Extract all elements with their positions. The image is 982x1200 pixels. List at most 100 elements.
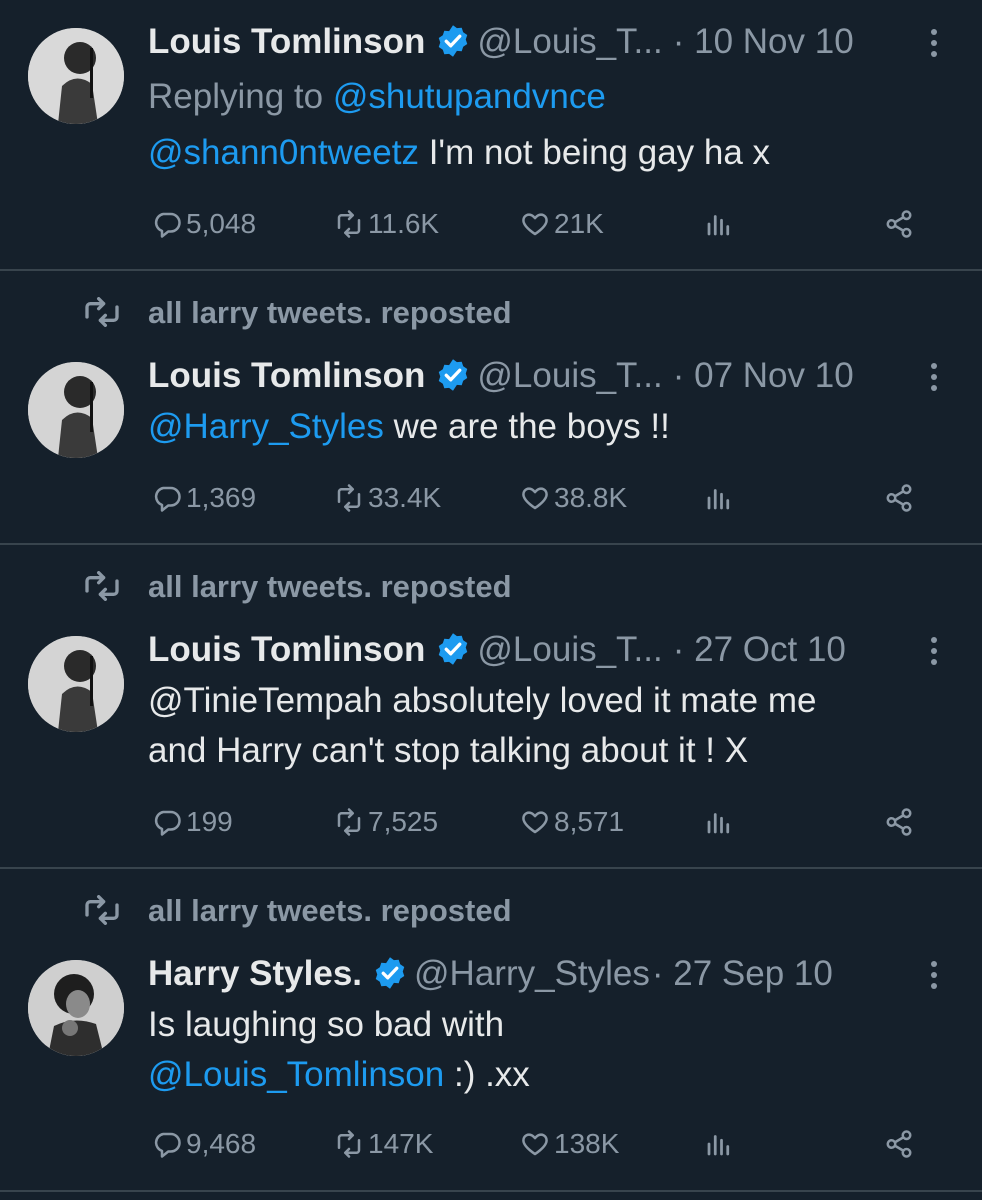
tweet-body-line2: and Harry can't stop talking about it ! … — [148, 731, 749, 770]
avatar[interactable] — [28, 28, 124, 124]
tweet-date[interactable]: · 07 Nov 10 — [673, 356, 854, 395]
views-button[interactable] — [704, 1122, 738, 1166]
repost-icon — [337, 209, 361, 238]
like-button[interactable]: 8,571 — [520, 800, 624, 844]
views-button[interactable] — [704, 476, 738, 520]
repost-icon — [337, 483, 361, 512]
repost-label[interactable]: all larry tweets. reposted — [148, 567, 512, 607]
reply-icon — [154, 212, 181, 238]
share-button[interactable] — [884, 800, 918, 844]
reply-icon — [154, 1132, 181, 1158]
divider — [0, 867, 982, 869]
like-count: 38.8K — [554, 482, 628, 513]
repost-icon — [337, 1129, 361, 1158]
more-icon[interactable] — [924, 360, 944, 396]
like-button[interactable]: 38.8K — [520, 476, 627, 520]
share-button[interactable] — [884, 1122, 918, 1166]
action-bar: 9,468 147K 138K — [0, 1122, 982, 1166]
mention-link[interactable]: @shutupandvnce — [333, 77, 606, 116]
repost-icon — [85, 571, 119, 601]
tweet-body-line1: @TinieTempah absolutely loved it mate me — [148, 681, 817, 720]
verified-icon — [435, 23, 471, 59]
views-icon — [707, 214, 730, 235]
share-button[interactable] — [884, 202, 918, 246]
reply-count: 5,048 — [186, 208, 257, 239]
share-button[interactable] — [884, 476, 918, 520]
share-icon — [886, 209, 912, 238]
tweet-date[interactable]: · 27 Sep 10 — [652, 954, 833, 993]
like-icon — [522, 486, 548, 509]
reply-button[interactable]: 1,369 — [152, 476, 256, 520]
views-button[interactable] — [704, 202, 738, 246]
repost-count: 33.4K — [368, 482, 442, 513]
tweet-text: @Harry_Styles we are the boys !! — [148, 402, 948, 452]
reply-button[interactable]: 9,468 — [152, 1122, 256, 1166]
avatar[interactable] — [28, 960, 124, 1056]
views-icon — [707, 1134, 730, 1155]
repost-button[interactable]: 11.6K — [334, 202, 439, 246]
reply-count: 1,369 — [186, 482, 257, 513]
tweet-body-line1: Is laughing so bad with — [148, 1005, 505, 1044]
share-icon — [886, 807, 912, 836]
avatar[interactable] — [28, 636, 124, 732]
reply-count: 199 — [186, 806, 233, 837]
reply-button[interactable]: 199 — [152, 800, 233, 844]
action-bar: 1,369 33.4K 38.8K — [0, 476, 982, 520]
tweet-text: Is laughing so bad with @Louis_Tomlinson… — [148, 1000, 948, 1100]
repost-icon — [85, 297, 119, 327]
repost-label[interactable]: all larry tweets. reposted — [148, 891, 512, 931]
more-icon[interactable] — [924, 26, 944, 62]
views-icon — [707, 812, 730, 833]
reply-icon — [154, 810, 181, 836]
tweet-body: we are the boys !! — [383, 407, 670, 446]
divider — [0, 269, 982, 271]
repost-count: 11.6K — [368, 208, 440, 239]
tweet-text: @TinieTempah absolutely loved it mate me… — [148, 676, 948, 776]
more-icon[interactable] — [924, 634, 944, 670]
repost-button[interactable]: 147K — [334, 1122, 433, 1166]
author-handle[interactable]: @Harry_Styles — [414, 954, 650, 993]
mention-link[interactable]: @Harry_Styles — [148, 407, 384, 446]
reply-button[interactable]: 5,048 — [152, 202, 256, 246]
author-name[interactable]: Louis Tomlinson — [148, 22, 425, 61]
share-icon — [886, 1129, 912, 1158]
tweet-date[interactable]: · 10 Nov 10 — [673, 22, 854, 61]
tweet-body: :) .xx — [444, 1055, 530, 1094]
verified-icon — [372, 955, 408, 991]
reply-count: 9,468 — [186, 1128, 257, 1159]
author-handle[interactable]: @Louis_T... — [477, 630, 662, 669]
verified-icon — [435, 631, 471, 667]
repost-label[interactable]: all larry tweets. reposted — [148, 293, 512, 333]
more-icon[interactable] — [924, 958, 944, 994]
like-count: 8,571 — [554, 806, 625, 837]
like-count: 21K — [554, 208, 604, 239]
repost-button[interactable]: 7,525 — [334, 800, 438, 844]
tweet-date[interactable]: · 27 Oct 10 — [673, 630, 846, 669]
like-count: 138K — [554, 1128, 620, 1159]
author-name[interactable]: Harry Styles. — [148, 954, 362, 993]
repost-icon — [337, 807, 361, 836]
mention-link[interactable]: @shann0ntweetz — [148, 133, 419, 172]
tweet-text: @shann0ntweetz I'm not being gay ha x — [148, 128, 948, 178]
action-bar: 199 7,525 8,571 — [0, 800, 982, 844]
like-button[interactable]: 138K — [520, 1122, 619, 1166]
repost-button[interactable]: 33.4K — [334, 476, 441, 520]
replying-to: Replying to @shutupandvnce — [148, 72, 948, 122]
author-name[interactable]: Louis Tomlinson — [148, 356, 425, 395]
author-handle[interactable]: @Louis_T... — [477, 22, 662, 61]
action-bar: 5,048 11.6K 21K — [0, 202, 982, 246]
repost-indicator: all larry tweets. reposted — [0, 293, 982, 333]
mention-link[interactable]: @Louis_Tomlinson — [148, 1055, 444, 1094]
like-icon — [522, 1132, 548, 1155]
like-icon — [522, 212, 548, 235]
author-handle[interactable]: @Louis_T... — [477, 356, 662, 395]
views-button[interactable] — [704, 800, 738, 844]
views-icon — [707, 488, 730, 509]
repost-icon — [85, 895, 119, 925]
like-button[interactable]: 21K — [520, 202, 604, 246]
author-name[interactable]: Louis Tomlinson — [148, 630, 425, 669]
avatar[interactable] — [28, 362, 124, 458]
repost-count: 147K — [368, 1128, 434, 1159]
share-icon — [886, 483, 912, 512]
like-icon — [522, 810, 548, 833]
